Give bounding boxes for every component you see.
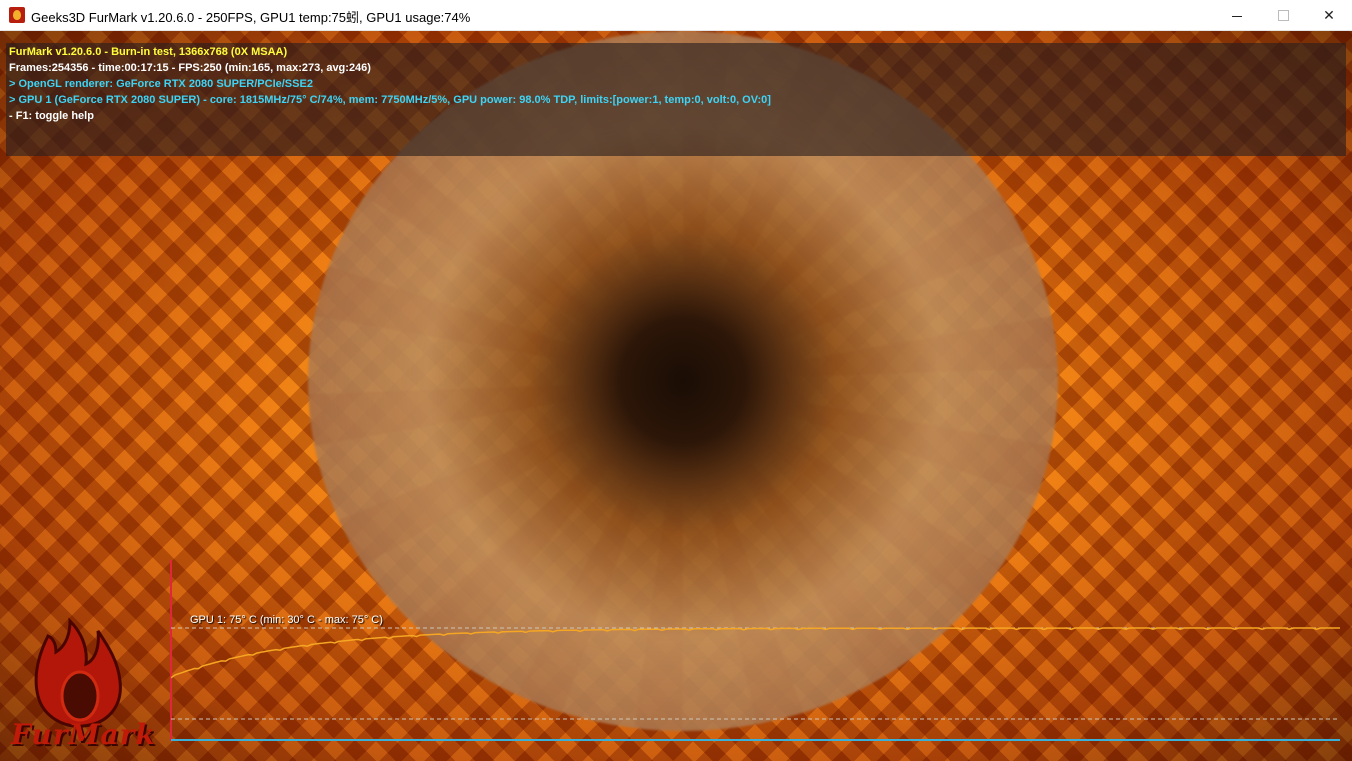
window-title: Geeks3D FurMark v1.20.6.0 - 250FPS, GPU1… (31, 10, 471, 25)
temperature-series-line (170, 627, 1340, 679)
close-icon: ✕ (1323, 6, 1335, 23)
title-bar[interactable]: Geeks3D FurMark v1.20.6.0 - 250FPS, GPU1… (0, 0, 1352, 31)
minimize-icon (1232, 15, 1242, 17)
render-viewport[interactable]: FurMark v1.20.6.0 - Burn-in test, 1366x7… (0, 31, 1352, 761)
temperature-graph (170, 560, 1340, 741)
temperature-graph-label: GPU 1: 75° C (min: 30° C - max: 75° C) (190, 614, 383, 626)
maximize-button[interactable] (1260, 0, 1306, 30)
minimize-button[interactable] (1214, 0, 1260, 30)
furmark-window: Geeks3D FurMark v1.20.6.0 - 250FPS, GPU1… (0, 0, 1352, 761)
furmark-app-icon[interactable] (9, 7, 25, 23)
close-button[interactable]: ✕ (1306, 0, 1352, 30)
maximize-icon (1277, 9, 1289, 21)
